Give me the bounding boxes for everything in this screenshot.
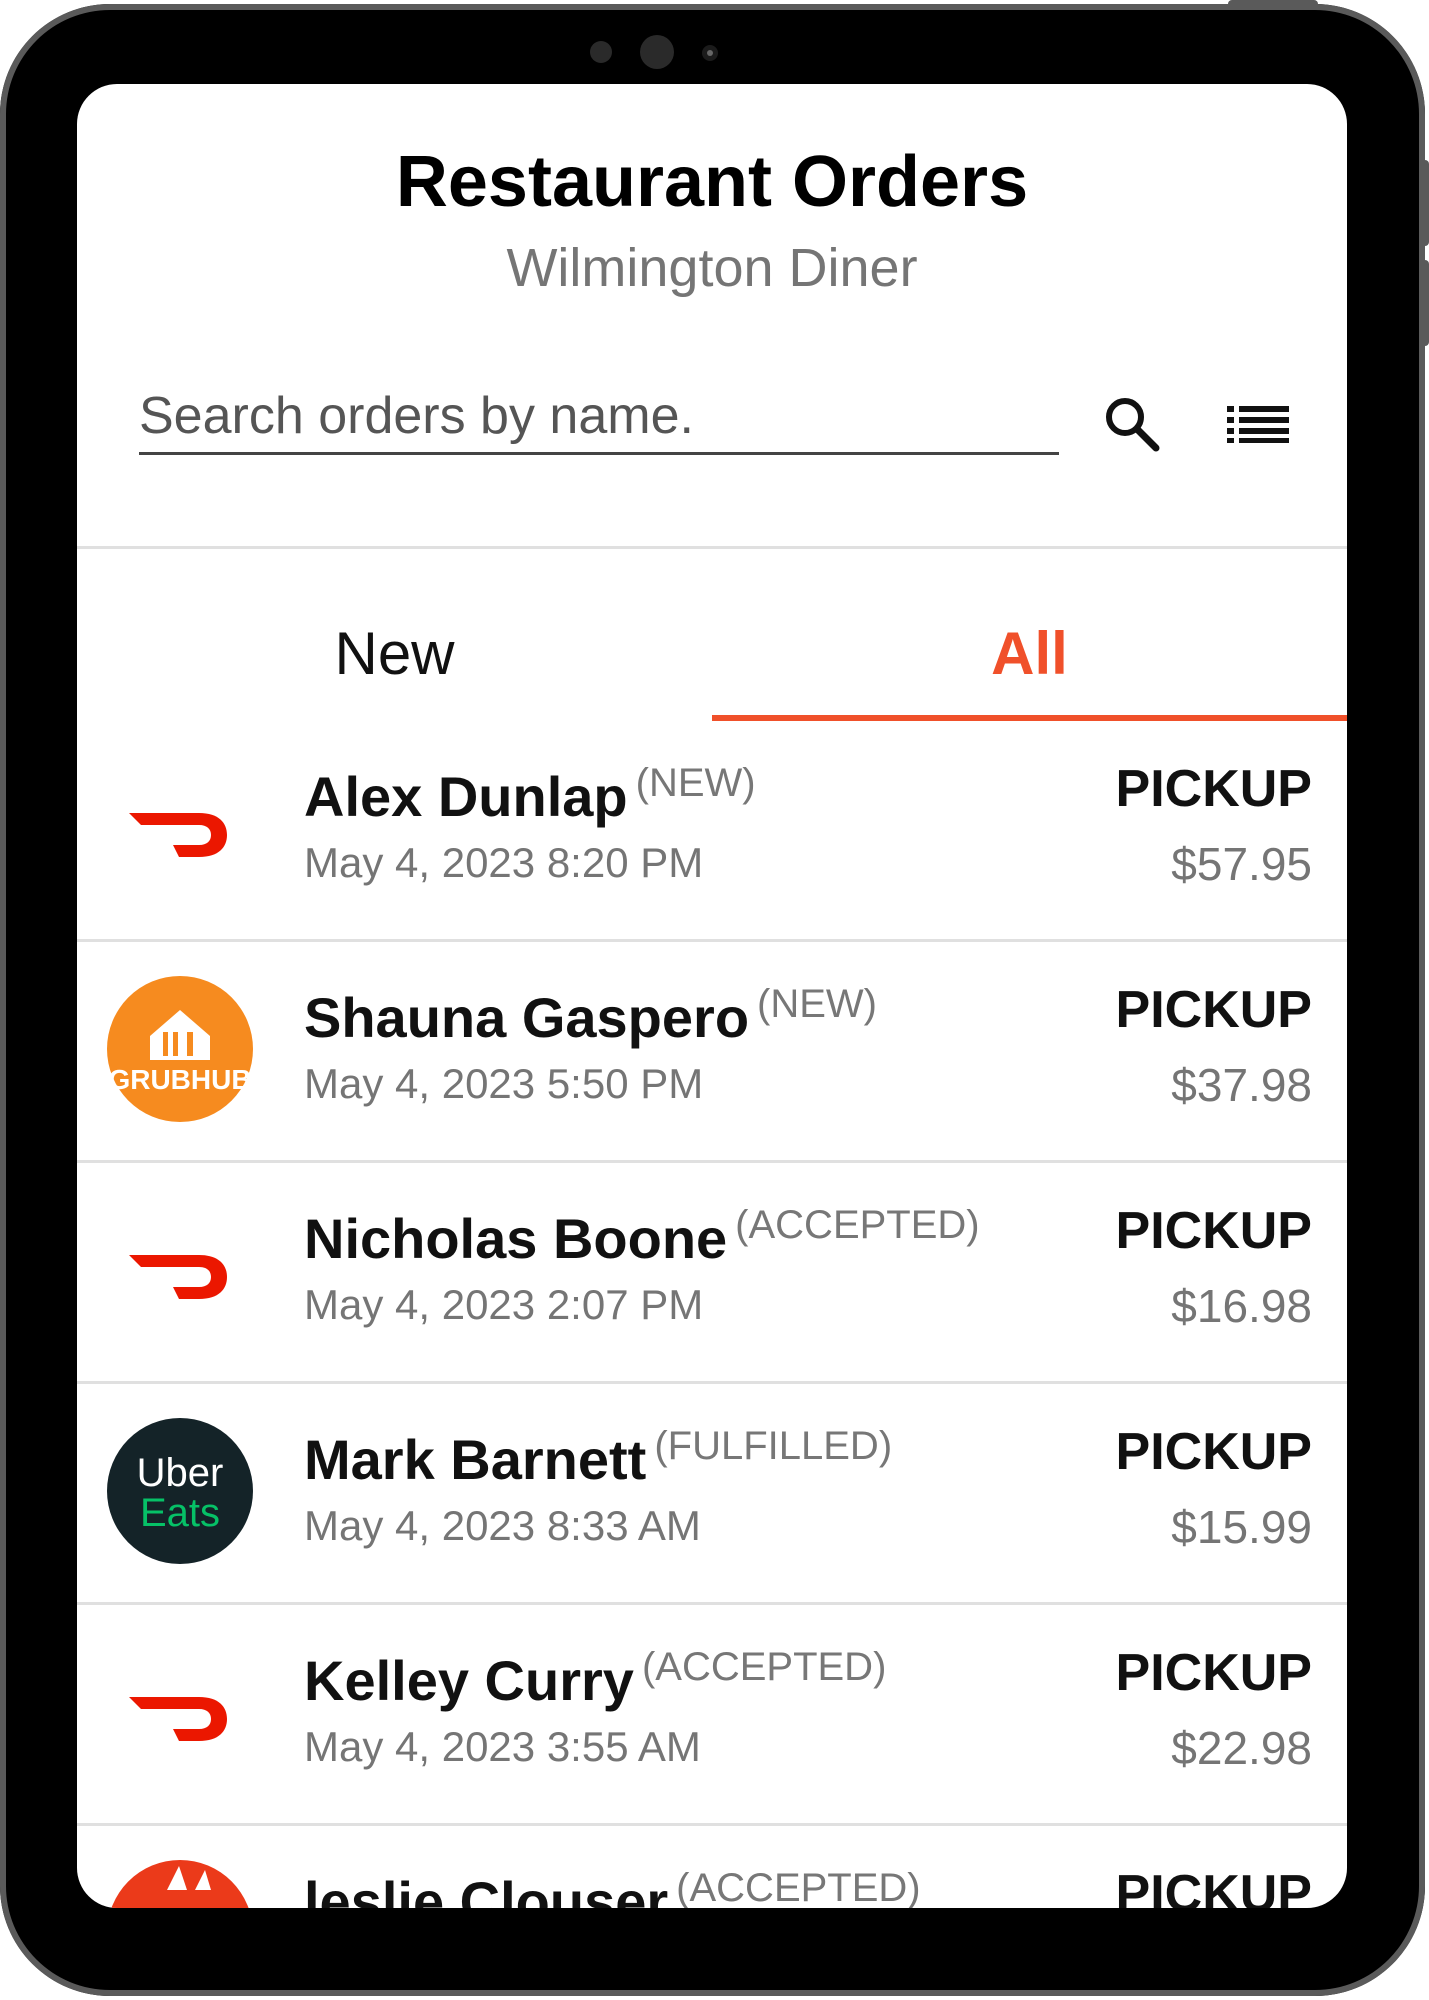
order-date: May 4, 2023 3:55 AM (304, 1723, 701, 1770)
order-price: $57.95 (1171, 838, 1312, 890)
order-price: $16.98 (1171, 1280, 1312, 1332)
order-status: (FULFILLED) (654, 1424, 893, 1468)
order-date: May 4, 2023 5:50 PM (304, 1060, 704, 1107)
order-status: (ACCEPTED) (676, 1866, 921, 1908)
header-divider (77, 546, 1347, 549)
page-title: Restaurant Orders (395, 142, 1029, 222)
order-name-line: Nicholas Boone (ACCEPTED) (304, 1203, 980, 1271)
search-input[interactable] (139, 386, 1059, 446)
order-status: (ACCEPTED) (641, 1645, 887, 1689)
front-camera (640, 35, 674, 69)
customer-name: Kelley Curry (304, 1649, 634, 1712)
tab-all[interactable]: All (712, 624, 1347, 684)
customer-name: Mark Barnett (304, 1428, 647, 1491)
order-name-line: Shauna Gaspero (NEW) (304, 982, 877, 1050)
doordash-icon (129, 1697, 227, 1741)
order-name-line: leslie Clouser (ACCEPTED) (304, 1866, 921, 1908)
doordash-icon (129, 1255, 227, 1299)
order-row[interactable]: Kelley Curry (ACCEPTED) May 4, 2023 3:55 … (77, 1605, 1347, 1826)
customer-name: Nicholas Boone (304, 1207, 728, 1270)
grubhub-icon: GRUBHUB (107, 976, 253, 1122)
order-name-line: Mark Barnett (FULFILLED) (304, 1424, 892, 1492)
order-status: (ACCEPTED) (735, 1203, 980, 1247)
customer-name: Shauna Gaspero (304, 986, 750, 1049)
order-row[interactable]: Nicholas Boone (ACCEPTED) May 4, 2023 2:0… (77, 1163, 1347, 1384)
order-row[interactable]: leslie Clouser (ACCEPTED) PICKUP (77, 1826, 1347, 1908)
order-type: PICKUP (1115, 981, 1312, 1039)
order-price: $15.99 (1171, 1501, 1312, 1553)
orders-list: Alex Dunlap (NEW) May 4, 2023 8:20 PM PIC… (77, 721, 1347, 1908)
order-date: May 4, 2023 8:33 AM (304, 1502, 701, 1549)
grubhub-logo-text: GRUBHUB (108, 1064, 251, 1095)
search-icon[interactable] (1102, 394, 1160, 452)
order-type: PICKUP (1115, 1644, 1312, 1702)
list-icon[interactable] (1227, 404, 1289, 444)
volume-down-button (1421, 260, 1429, 346)
order-row[interactable]: Uber Eats Mark Barnett (FULFILLED) May 4,… (77, 1384, 1347, 1605)
order-row[interactable]: Alex Dunlap (NEW) May 4, 2023 8:20 PM PIC… (77, 721, 1347, 942)
order-row[interactable]: GRUBHUB Shauna Gaspero (NEW) May 4, 2023 … (77, 942, 1347, 1163)
order-type: PICKUP (1115, 760, 1312, 818)
power-button (1228, 0, 1318, 8)
order-status: (NEW) (635, 761, 756, 805)
order-name-line: Alex Dunlap (NEW) (304, 761, 756, 829)
volume-up-button (1421, 160, 1429, 246)
order-type: PICKUP (1115, 1865, 1312, 1908)
order-type: PICKUP (1115, 1423, 1312, 1481)
order-date: May 4, 2023 8:20 PM (304, 839, 704, 886)
ubereats-logo-eats: Eats (140, 1491, 220, 1535)
camera-lens (702, 45, 718, 61)
order-status: (NEW) (757, 982, 877, 1026)
doordash-icon (129, 813, 227, 857)
order-name-line: Kelley Curry (ACCEPTED) (304, 1645, 886, 1713)
order-date: May 4, 2023 2:07 PM (304, 1281, 704, 1328)
tab-new[interactable]: New (77, 624, 712, 684)
order-type: PICKUP (1115, 1202, 1312, 1260)
ubereats-icon: Uber Eats (107, 1418, 253, 1564)
customer-name: leslie Clouser (304, 1870, 669, 1908)
restaurant-name: Wilmington Diner (506, 238, 918, 298)
order-price: $37.98 (1171, 1059, 1312, 1111)
tablet-frame: Restaurant Orders Wilmington Diner New A… (0, 4, 1425, 1996)
order-price: $22.98 (1171, 1722, 1312, 1774)
app-screen: Restaurant Orders Wilmington Diner New A… (77, 84, 1347, 1908)
customer-name: Alex Dunlap (304, 765, 628, 828)
sensor-dot (590, 41, 612, 63)
grubhub-icon (111, 1860, 249, 1908)
ubereats-logo-uber: Uber (137, 1451, 224, 1495)
search-field (139, 386, 1059, 455)
